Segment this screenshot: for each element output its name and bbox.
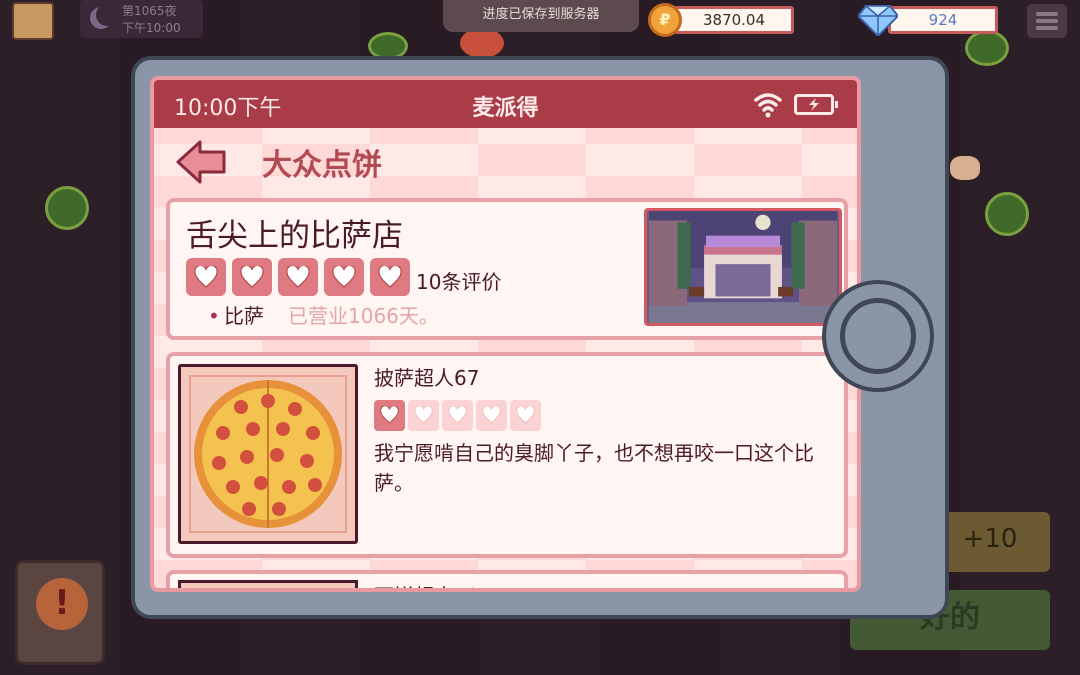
page-title: 大众点饼 bbox=[262, 148, 382, 183]
review-count: 10条评价 bbox=[416, 270, 502, 294]
category-bullet: • bbox=[208, 304, 220, 328]
pizza-image bbox=[178, 580, 358, 588]
gem-counter: 924 bbox=[828, 2, 1000, 38]
heart-icon bbox=[408, 400, 439, 431]
heart-icon bbox=[232, 258, 272, 296]
shop-storefront-image bbox=[644, 208, 842, 326]
gem-value: 924 bbox=[888, 6, 998, 34]
home-button-center bbox=[840, 298, 916, 374]
coin-value: 3870.04 bbox=[674, 6, 794, 34]
heart-icon bbox=[370, 258, 410, 296]
shop-category: 比萨 bbox=[224, 304, 264, 328]
review-text: 我宁愿啃自己的臭脚丫子，也不想再咬一口这个比萨。 bbox=[374, 441, 814, 495]
coin-icon: ₽ bbox=[648, 3, 682, 37]
review-card[interactable]: 面饼超人79 bbox=[166, 570, 848, 588]
heart-icon bbox=[186, 258, 226, 296]
heart-icon bbox=[324, 258, 364, 296]
wifi-icon bbox=[754, 93, 782, 118]
reviewer-name: 面饼超人79 bbox=[374, 580, 479, 588]
alert-icon: ! bbox=[36, 578, 88, 630]
status-bar: 10:00下午 麦派得 bbox=[154, 80, 857, 128]
home-button[interactable] bbox=[822, 280, 934, 392]
player-avatar[interactable] bbox=[12, 2, 54, 40]
heart-icon bbox=[476, 400, 507, 431]
coin-counter: 3870.04 ₽ bbox=[648, 2, 798, 38]
review-card[interactable]: 披萨超人67 我宁愿啃自己的臭脚丫子，也不想再咬一口这个比萨。 bbox=[166, 352, 848, 558]
moon-icon bbox=[90, 7, 112, 29]
shop-card[interactable]: 舌尖上的比萨店 10条评价 • 比萨 已营业1066天。 bbox=[166, 198, 848, 340]
phone-screen: 10:00下午 麦派得 大众点饼 舌尖上的比萨店 10条评价 • 比萨 已营业1… bbox=[150, 76, 861, 592]
heart-icon bbox=[278, 258, 318, 296]
open-days: 已营业1066天。 bbox=[288, 304, 439, 328]
heart-icon bbox=[510, 400, 541, 431]
save-status-toast: 进度已保存到服务器 bbox=[443, 0, 639, 32]
top-hud: 第1065夜 下午10:00 进度已保存到服务器 3870.04 ₽ 924 bbox=[0, 0, 1080, 42]
bread-decoration bbox=[950, 156, 980, 180]
menu-icon[interactable] bbox=[1027, 4, 1067, 38]
heart-icon bbox=[442, 400, 473, 431]
pizza-topping-decoration bbox=[45, 186, 89, 230]
gem-icon bbox=[858, 5, 898, 36]
back-arrow-icon[interactable] bbox=[174, 138, 230, 186]
heart-icon bbox=[374, 400, 405, 431]
shop-rating bbox=[186, 258, 410, 296]
battery-icon bbox=[794, 94, 838, 115]
day-counter: 第1065夜 下午10:00 bbox=[80, 0, 203, 38]
shop-name: 舌尖上的比萨店 bbox=[186, 218, 403, 254]
app-name: 麦派得 bbox=[472, 96, 539, 121]
reviewer-name: 披萨超人67 bbox=[374, 366, 480, 390]
alert-card[interactable]: ! bbox=[15, 560, 105, 665]
clock-label: 下午10:00 bbox=[122, 21, 181, 35]
pizza-image bbox=[178, 364, 358, 544]
review-rating bbox=[374, 400, 541, 431]
night-label: 第1065夜 bbox=[122, 4, 177, 18]
pizza-topping-decoration bbox=[985, 192, 1029, 236]
